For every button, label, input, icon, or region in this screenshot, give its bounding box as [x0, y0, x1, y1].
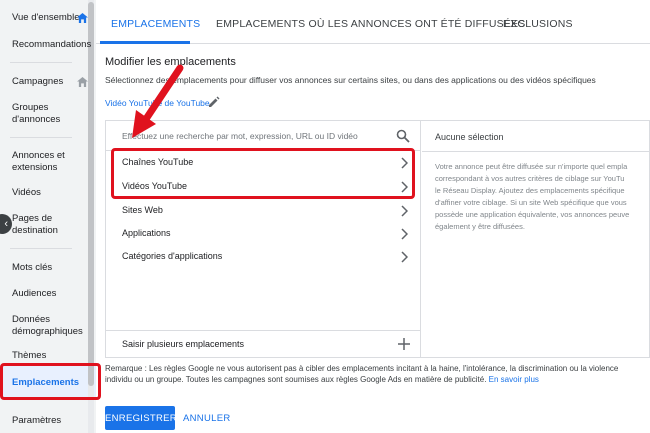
- category-label: Applications: [122, 228, 171, 238]
- highlight-box-youtube: [111, 148, 415, 199]
- selection-heading: Aucune sélection: [435, 132, 504, 142]
- chevron-right-icon: [401, 205, 408, 217]
- sidebar-item-topics[interactable]: Thèmes: [12, 350, 94, 362]
- cancel-button[interactable]: ANNULER: [183, 406, 231, 430]
- sidebar-divider: [10, 62, 72, 63]
- sidebar-item-landing-pages[interactable]: Pages de destination: [12, 213, 67, 236]
- policy-remark: Remarque : Les règles Google ne vous aut…: [105, 363, 650, 385]
- sidebar-item-settings[interactable]: Paramètres: [12, 415, 94, 427]
- plus-icon: [398, 338, 410, 350]
- pencil-icon[interactable]: [207, 95, 221, 109]
- home-icon: [77, 77, 88, 87]
- help-line: d'affiner votre ciblage. Si un site Web …: [435, 198, 627, 207]
- red-arrow-annotation: [132, 64, 184, 138]
- tab-exclusions[interactable]: EXCLUSIONS: [503, 18, 573, 30]
- tab-bar: EMPLACEMENTS EMPLACEMENTS OÙ LES ANNONCE…: [96, 0, 650, 44]
- collapse-sidebar-button[interactable]: ‹: [0, 214, 12, 234]
- remark-line-1: Remarque : Les règles Google ne vous aut…: [105, 364, 619, 373]
- remark-line-2-text: individu ou un groupe. Toutes les campag…: [105, 375, 487, 384]
- sidebar-item-ads-extensions[interactable]: Annonces et extensions: [12, 150, 72, 173]
- chevron-right-icon: [401, 228, 408, 240]
- category-websites[interactable]: Sites Web: [106, 199, 420, 223]
- help-line: correspondant à vos autres critères de c…: [435, 174, 625, 183]
- search-icon[interactable]: [396, 129, 410, 143]
- sidebar-item-ad-groups[interactable]: Groupes d'annonces: [12, 102, 72, 125]
- sidebar-item-demographics[interactable]: Données démographiques: [12, 314, 83, 337]
- sidebar-item-recommendations[interactable]: Recommandations: [12, 39, 94, 51]
- selection-divider: [422, 151, 650, 152]
- sidebar-divider: [10, 137, 72, 138]
- remark-line-2: individu ou un groupe. Toutes les campag…: [105, 374, 650, 385]
- learn-more-link[interactable]: En savoir plus: [489, 375, 539, 384]
- help-line: Votre annonce peut être diffusée sur n'i…: [435, 162, 628, 171]
- sidebar-item-videos[interactable]: Vidéos: [12, 187, 94, 199]
- category-app-categories[interactable]: Catégories d'applications: [106, 245, 420, 269]
- sidebar-item-keywords[interactable]: Mots clés: [12, 262, 94, 274]
- category-label: Sites Web: [122, 205, 163, 215]
- help-line: également y être diffusées.: [435, 222, 525, 231]
- sidebar-item-audiences[interactable]: Audiences: [12, 288, 94, 300]
- sidebar-divider: [10, 248, 72, 249]
- active-tab-indicator: [100, 41, 190, 44]
- highlight-box-placements: [0, 363, 101, 400]
- home-icon: [77, 13, 88, 23]
- tab-where-ads-showed[interactable]: EMPLACEMENTS OÙ LES ANNONCES ONT ÉTÉ DIF…: [216, 18, 525, 30]
- category-apps[interactable]: Applications: [106, 222, 420, 246]
- selection-help-text: Votre annonce peut être diffusée sur n'i…: [435, 161, 650, 233]
- add-multiple-label: Saisir plusieurs emplacements: [122, 339, 245, 349]
- save-button[interactable]: ENREGISTRER: [105, 406, 177, 430]
- help-line: le Réseau Display. Ajoutez des emplaceme…: [435, 186, 625, 195]
- tab-placements[interactable]: EMPLACEMENTS: [111, 18, 200, 30]
- app-root: Vue d'ensemble Recommandations Campagnes…: [0, 0, 650, 433]
- add-multiple-placements[interactable]: Saisir plusieurs emplacements: [106, 330, 420, 357]
- chevron-right-icon: [401, 251, 408, 263]
- category-label: Catégories d'applications: [122, 251, 223, 261]
- help-line: possède une application équivalente, vos…: [435, 210, 630, 219]
